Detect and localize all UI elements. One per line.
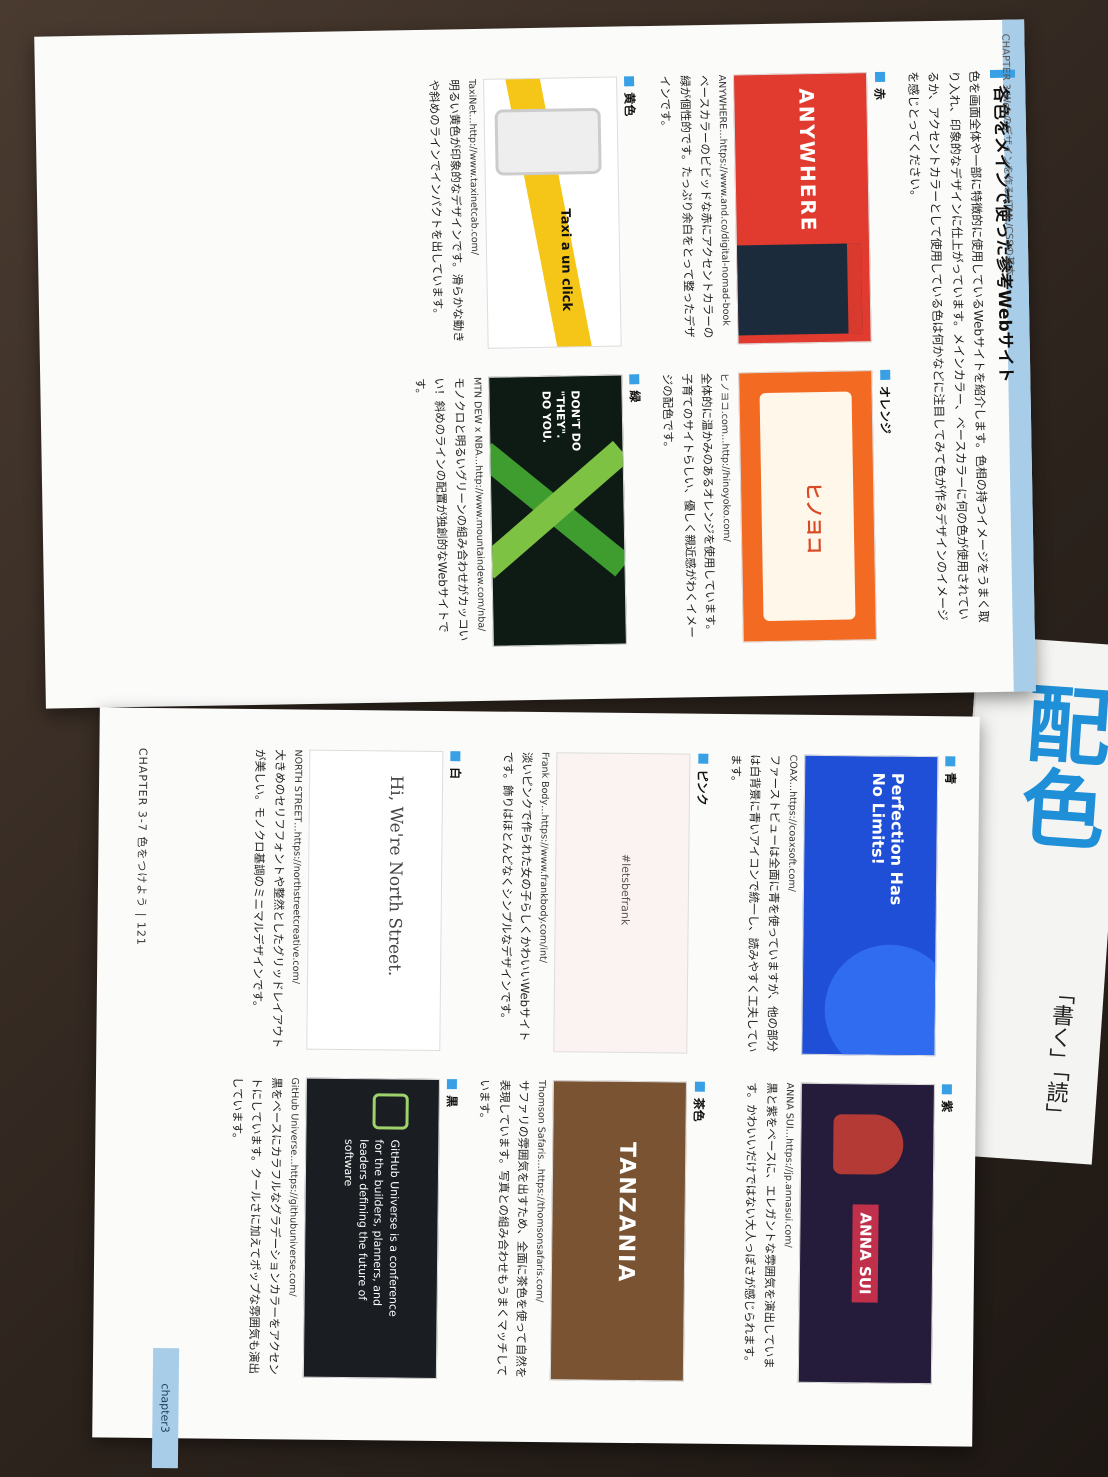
screenshot-coax: Perfection Has No Limits!	[801, 754, 939, 1057]
card-desc: ファーストビューは全面に青を使っていますが、他の部分は白背景に青いアイコンで統一…	[728, 754, 783, 1053]
shot-text: #letsbefrank	[618, 853, 633, 926]
top-card-grid: 赤 ANYWHERE ANYWHERE…https://www.and.co/d…	[404, 71, 899, 680]
card-desc: 黒と紫をベースに、エレガントな雰囲気を演出しています。かわいいだけではない大人っ…	[742, 1082, 779, 1369]
card-url: GitHub Universe…https://githubuniverse.c…	[286, 1077, 300, 1297]
shot-text: Perfection Has No Limits!	[868, 772, 908, 906]
page-footer: CHAPTER 3-7 色をつけよう | 121	[134, 747, 150, 947]
square-bullet-icon	[880, 369, 891, 380]
screenshot-anywhere: ANYWHERE	[733, 72, 873, 345]
screenshot-taxinet: Taxi a un click	[482, 76, 622, 349]
card-desc: ベースカラーのビビッドな赤にアクセントカラーの緑が個性的です。たっぷり余白をとっ…	[658, 74, 717, 339]
square-bullet-icon	[629, 374, 640, 385]
card-label: 白	[447, 767, 462, 780]
card-url: Frank Body…https://www.frankbody.com/int…	[537, 752, 551, 964]
card-pink: ピンク #letsbefrank Frank Body…https://www.…	[475, 751, 712, 1054]
shot-text: Hi, We're North Street.	[383, 775, 406, 977]
shot-text: TANZANIA	[613, 1141, 640, 1284]
card-url: TaxiNet…http://www.taxinetcab.com/	[465, 78, 480, 256]
square-bullet-icon	[874, 71, 886, 83]
screenshot-hinoyoko: ヒノヨコ	[738, 370, 878, 643]
card-desc: サファリの雰囲気を出すため、全面に茶色を使って自然を表現しています。写真との組み…	[477, 1079, 532, 1379]
card-red: 赤 ANYWHERE ANYWHERE…https://www.and.co/d…	[652, 71, 893, 346]
card-url: ヒノヨコ.com…http://hinoyoko.com/	[718, 372, 733, 542]
shot-text: ヒノヨコ	[802, 481, 825, 555]
card-green: 緑 DON'T DO "THEY". DO YOU. MTN DEW x NBA…	[409, 374, 647, 648]
card-desc: 大きめのセリフフォントや整然としたグリッドレイアウトが美しい。モノクロ基調のミニ…	[250, 749, 288, 1049]
card-url: ANNA SUI…https://jp.annasui.com/	[782, 1082, 795, 1248]
card-label: 緑	[627, 390, 642, 403]
card-label: 青	[943, 772, 958, 785]
card-label: 黄色	[622, 92, 637, 117]
square-bullet-icon	[450, 751, 461, 762]
shot-text: Taxi a un click	[557, 208, 574, 312]
section-intro: 色を画面全体や一部に特徴的に使用しているWebサイトを紹介します。色相の持つイメ…	[905, 70, 991, 623]
card-label: ピンク	[695, 769, 710, 806]
square-bullet-icon	[942, 1084, 953, 1095]
other-book-title: 配色	[1004, 678, 1108, 853]
card-desc: 明るい黄色が印象的なデザインです。滑らかな動きや斜めのラインでインパクトを出して…	[427, 79, 466, 343]
card-label: 茶色	[691, 1097, 707, 1122]
square-bullet-icon	[945, 756, 956, 767]
square-bullet-icon	[447, 1079, 458, 1090]
other-book-subtitle: 「書く」「読」	[1040, 981, 1076, 1126]
square-bullet-icon	[698, 753, 709, 764]
shot-text: GitHub Universe is a conference for the …	[341, 1138, 402, 1317]
page-bottom-content: 青 Perfection Has No Limits! COAX…https:/…	[132, 747, 959, 1469]
card-label: 黒	[444, 1095, 459, 1108]
card-white: 白 Hi, We're North Street. NORTH STREET…h…	[227, 749, 464, 1051]
screenshot-north-street: Hi, We're North Street.	[305, 749, 444, 1051]
card-brown: 茶色 TANZANIA Thomson Safaris…https://thom…	[472, 1079, 709, 1382]
screenshot-annasui: ANNA SUI	[797, 1082, 935, 1385]
square-bullet-icon	[624, 76, 635, 87]
card-url: MTN DEW x NBA…http://www.mountaindew.com…	[471, 376, 487, 632]
hexagon-logo-icon	[372, 1093, 409, 1130]
card-label: オレンジ	[877, 385, 893, 435]
card-url: ANYWHERE…https://www.and.co/digital-noma…	[716, 74, 732, 326]
card-blue: 青 Perfection Has No Limits! COAX…https:/…	[723, 754, 960, 1057]
book-page-top: CHAPTER 3 Webのデザインを作るHTML/CSSの基本 各色をメインで…	[34, 19, 1036, 709]
card-purple: 紫 ANNA SUI ANNA SUI…https://jp.annasui.c…	[719, 1082, 956, 1385]
card-url: COAX…https://coaxsoft.com/	[785, 754, 799, 892]
page-top-content: CHAPTER 3 Webのデザインを作るHTML/CSSの基本 各色をメインで…	[75, 34, 1026, 686]
card-black: 黒 GitHub Universe is a conference for th…	[224, 1077, 461, 1379]
card-url: NORTH STREET…https://northstreetcreative…	[289, 749, 304, 984]
card-desc: 黒をベースにカラフルなグラデーションカラーをアクセントにしています。クールさに加…	[229, 1076, 284, 1375]
card-orange: オレンジ ヒノヨコ ヒノヨコ.com…http://hinoyoko.com/ …	[657, 369, 898, 644]
square-bullet-icon	[694, 1081, 705, 1092]
screenshot-github-universe: GitHub Universe is a conference for the …	[302, 1077, 440, 1379]
screenshot-thomson-safaris: TANZANIA	[550, 1080, 688, 1382]
card-label: 赤	[872, 87, 887, 101]
screenshot-frankbody: #letsbefrank	[553, 752, 691, 1054]
card-desc: 全体的に温かみのあるオレンジを使用しています。子育てのサイトらしい、優しく親近感…	[660, 372, 719, 638]
card-yellow: 黄色 Taxi a un click TaxiNet…http://www.ta…	[404, 76, 642, 350]
card-desc: モノクロと明るいグリーンの組み合わせがカッコいい！斜めのラインの配置が独創的なW…	[412, 377, 471, 642]
card-url: Thomson Safaris…https://thomsonsafaris.c…	[534, 1080, 548, 1303]
bottle-icon	[832, 1114, 904, 1175]
shot-text: ANYWHERE	[794, 88, 822, 233]
chapter-tab: chapter3	[151, 1348, 180, 1469]
phone-icon	[494, 107, 602, 176]
book-page-bottom: 青 Perfection Has No Limits! COAX…https:/…	[92, 707, 980, 1469]
card-label: 紫	[939, 1100, 954, 1113]
screenshot-mtndew: DON'T DO "THEY". DO YOU.	[488, 374, 627, 647]
bottom-card-grid: 青 Perfection Has No Limits! COAX…https:/…	[223, 749, 959, 1437]
shot-text: ANNA SUI	[851, 1204, 879, 1303]
shot-text: DON'T DO "THEY". DO YOU.	[539, 390, 583, 452]
card-desc: 淡いピンクで作られた女の子らしくかわいいWebサイトです。飾りはほとんどなくシン…	[498, 751, 535, 1042]
